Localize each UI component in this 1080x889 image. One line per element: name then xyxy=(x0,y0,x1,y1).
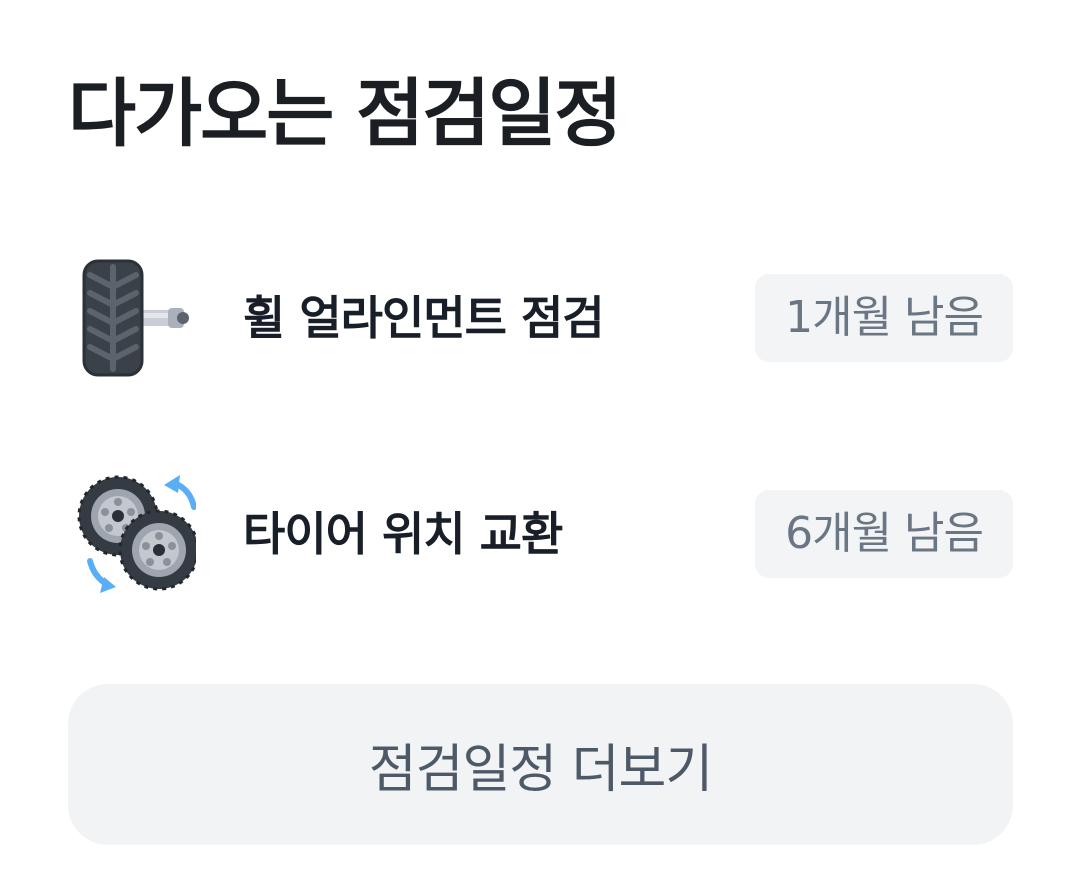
view-more-schedule-button[interactable]: 점검일정 더보기 xyxy=(68,684,1013,845)
schedule-item-tire-rotation[interactable]: 타이어 위치 교환 6개월 남음 xyxy=(68,469,1013,599)
tire-rotation-icon xyxy=(76,469,200,599)
schedule-item-label: 타이어 위치 교환 xyxy=(243,507,563,561)
view-more-schedule-label: 점검일정 더보기 xyxy=(368,740,713,800)
remaining-time-badge: 6개월 남음 xyxy=(755,490,1013,578)
wheel-alignment-icon xyxy=(76,253,196,383)
remaining-time-badge: 1개월 남음 xyxy=(755,274,1013,362)
schedule-item-label: 휠 얼라인먼트 점검 xyxy=(243,291,605,345)
section-title: 다가오는 점검일정 xyxy=(68,71,622,157)
schedule-item-wheel-alignment[interactable]: 휠 얼라인먼트 점검 1개월 남음 xyxy=(68,253,1013,383)
